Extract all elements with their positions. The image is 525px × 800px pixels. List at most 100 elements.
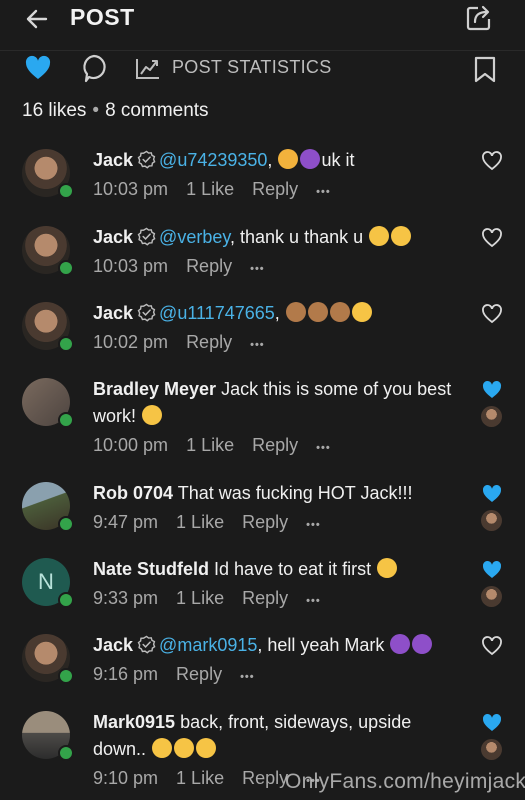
creator-liked-avatar	[481, 406, 502, 427]
page-title: POST	[70, 4, 135, 30]
flexed-biceps-emoji-icon	[278, 149, 299, 169]
post-statistics-button[interactable]: POST STATISTICS	[172, 57, 332, 78]
mention-link[interactable]: @u111747665	[159, 303, 275, 323]
comment-item: Jack @u111747665, 10:02 pm Reply •••	[0, 300, 525, 380]
heart-outline-icon[interactable]	[481, 228, 503, 248]
share-icon[interactable]	[465, 4, 493, 32]
comment-timestamp: 9:33 pm	[93, 588, 159, 608]
comment-text-line: Jack @u111747665,	[93, 300, 463, 327]
comment-body: Jack @u111747665, 10:02 pm Reply •••	[93, 300, 463, 358]
mention-link[interactable]: @mark0915	[159, 635, 257, 655]
comment-text: , hell yeah Mark	[257, 635, 385, 655]
online-status-dot	[58, 183, 74, 199]
liked-heart-icon[interactable]	[481, 380, 503, 400]
comment-bubble-icon[interactable]	[80, 53, 108, 83]
avatar[interactable]	[22, 302, 74, 352]
avatar[interactable]	[22, 378, 74, 428]
verified-badge-icon	[137, 150, 156, 169]
comment-timestamp: 9:47 pm	[93, 512, 159, 532]
comment-like-count[interactable]: 1 Like	[186, 179, 234, 199]
comment-text-line: Bradley Meyer Jack this is some of you b…	[93, 376, 463, 430]
comments-count: 8 comments	[105, 100, 209, 121]
online-status-dot	[58, 412, 74, 428]
yum-face-emoji-icon	[377, 558, 398, 578]
comment-text-tail: uk it	[321, 150, 355, 170]
avatar[interactable]: N	[22, 558, 74, 608]
more-options-icon[interactable]: •••	[250, 263, 265, 275]
commenter-name[interactable]: Nate Studfeld	[93, 559, 209, 579]
comment-timestamp: 9:10 pm	[93, 768, 159, 788]
heart-eyes-emoji-icon	[174, 738, 195, 758]
comment-body: Jack @verbey, thank u thank u 10:03 pm Rep…	[93, 224, 463, 282]
comment-item: Jack @verbey, thank u thank u 10:03 pm Rep…	[0, 224, 525, 304]
commenter-name[interactable]: Bradley Meyer	[93, 379, 216, 399]
more-options-icon[interactable]: •••	[316, 186, 331, 198]
commenter-name[interactable]: Jack	[93, 150, 133, 170]
avatar[interactable]	[22, 149, 74, 199]
mention-link[interactable]: @verbey	[159, 227, 230, 247]
reply-button[interactable]: Reply	[242, 768, 288, 788]
relieved-face-emoji-icon	[391, 226, 412, 246]
reply-button[interactable]: Reply	[252, 179, 298, 199]
commenter-name[interactable]: Rob 0704	[93, 483, 173, 503]
statistics-icon[interactable]	[134, 55, 162, 81]
commenter-name[interactable]: Jack	[93, 303, 133, 323]
comment-timestamp: 9:16 pm	[93, 664, 159, 684]
back-arrow-icon[interactable]	[24, 6, 50, 32]
watermark: OnlyFans.com/heyimjack	[285, 770, 525, 793]
creator-liked-avatar	[481, 510, 502, 531]
mention-link[interactable]: @u74239350	[159, 150, 267, 170]
heart-eyes-emoji-icon	[196, 738, 217, 758]
likes-count[interactable]: 16 likes	[22, 100, 86, 121]
more-options-icon[interactable]: •••	[306, 519, 321, 531]
reply-button[interactable]: Reply	[186, 332, 232, 352]
more-options-icon[interactable]: •••	[240, 671, 255, 683]
commenter-name[interactable]: Mark0915	[93, 712, 175, 732]
more-options-icon[interactable]: •••	[306, 595, 321, 607]
verified-badge-icon	[137, 227, 156, 246]
commenter-name[interactable]: Jack	[93, 227, 133, 247]
comment-like-count[interactable]: 1 Like	[176, 512, 224, 532]
more-options-icon[interactable]: •••	[250, 339, 265, 351]
comment-text: That was fucking HOT Jack!!!	[177, 483, 413, 503]
post-summary: 16 likes • 8 comments	[22, 100, 209, 122]
verified-badge-icon	[137, 635, 156, 654]
reply-button[interactable]: Reply	[186, 256, 232, 276]
liked-heart-icon[interactable]	[481, 713, 503, 733]
comment-like-count[interactable]: 1 Like	[186, 435, 234, 455]
comment-timestamp: 10:02 pm	[93, 332, 169, 352]
comment-item: Jack @u74239350, uk it 10:03 pm 1 Like Reply…	[0, 147, 525, 227]
comment-like-count[interactable]: 1 Like	[176, 768, 224, 788]
comment-meta: 9:33 pm 1 Like Reply •••	[93, 585, 463, 614]
bookmark-icon[interactable]	[472, 55, 498, 83]
reply-button[interactable]: Reply	[242, 512, 288, 532]
relieved-face-emoji-icon	[369, 226, 390, 246]
liked-heart-icon[interactable]	[481, 484, 503, 504]
comment-meta: 9:47 pm 1 Like Reply •••	[93, 509, 463, 538]
heart-outline-icon[interactable]	[481, 304, 503, 324]
avatar[interactable]	[22, 226, 74, 276]
reply-button[interactable]: Reply	[252, 435, 298, 455]
avatar[interactable]	[22, 711, 74, 761]
liked-heart-icon[interactable]	[481, 560, 503, 580]
like-heart-icon[interactable]	[24, 55, 52, 81]
more-options-icon[interactable]: •••	[316, 442, 331, 454]
top-bar: POST	[0, 0, 525, 40]
commenter-name[interactable]: Jack	[93, 635, 133, 655]
reply-button[interactable]: Reply	[176, 664, 222, 684]
comment-text-line: Nate Studfeld Id have to eat it first	[93, 556, 463, 583]
online-status-dot	[58, 668, 74, 684]
avatar[interactable]	[22, 482, 74, 532]
verified-badge-icon	[137, 303, 156, 322]
comment-body: Jack @mark0915, hell yeah Mark 9:16 pm Rep…	[93, 632, 463, 690]
comment-text-line: Jack @u74239350, uk it	[93, 147, 463, 174]
heart-outline-icon[interactable]	[481, 636, 503, 656]
comment-meta: 10:00 pm 1 Like Reply •••	[93, 432, 463, 461]
reply-button[interactable]: Reply	[242, 588, 288, 608]
see-no-evil-monkey-emoji-icon	[329, 302, 350, 322]
comment-body: Bradley Meyer Jack this is some of you b…	[93, 376, 463, 461]
avatar[interactable]	[22, 634, 74, 684]
heart-eyes-emoji-icon	[152, 738, 173, 758]
comment-like-count[interactable]: 1 Like	[176, 588, 224, 608]
heart-outline-icon[interactable]	[481, 151, 503, 171]
